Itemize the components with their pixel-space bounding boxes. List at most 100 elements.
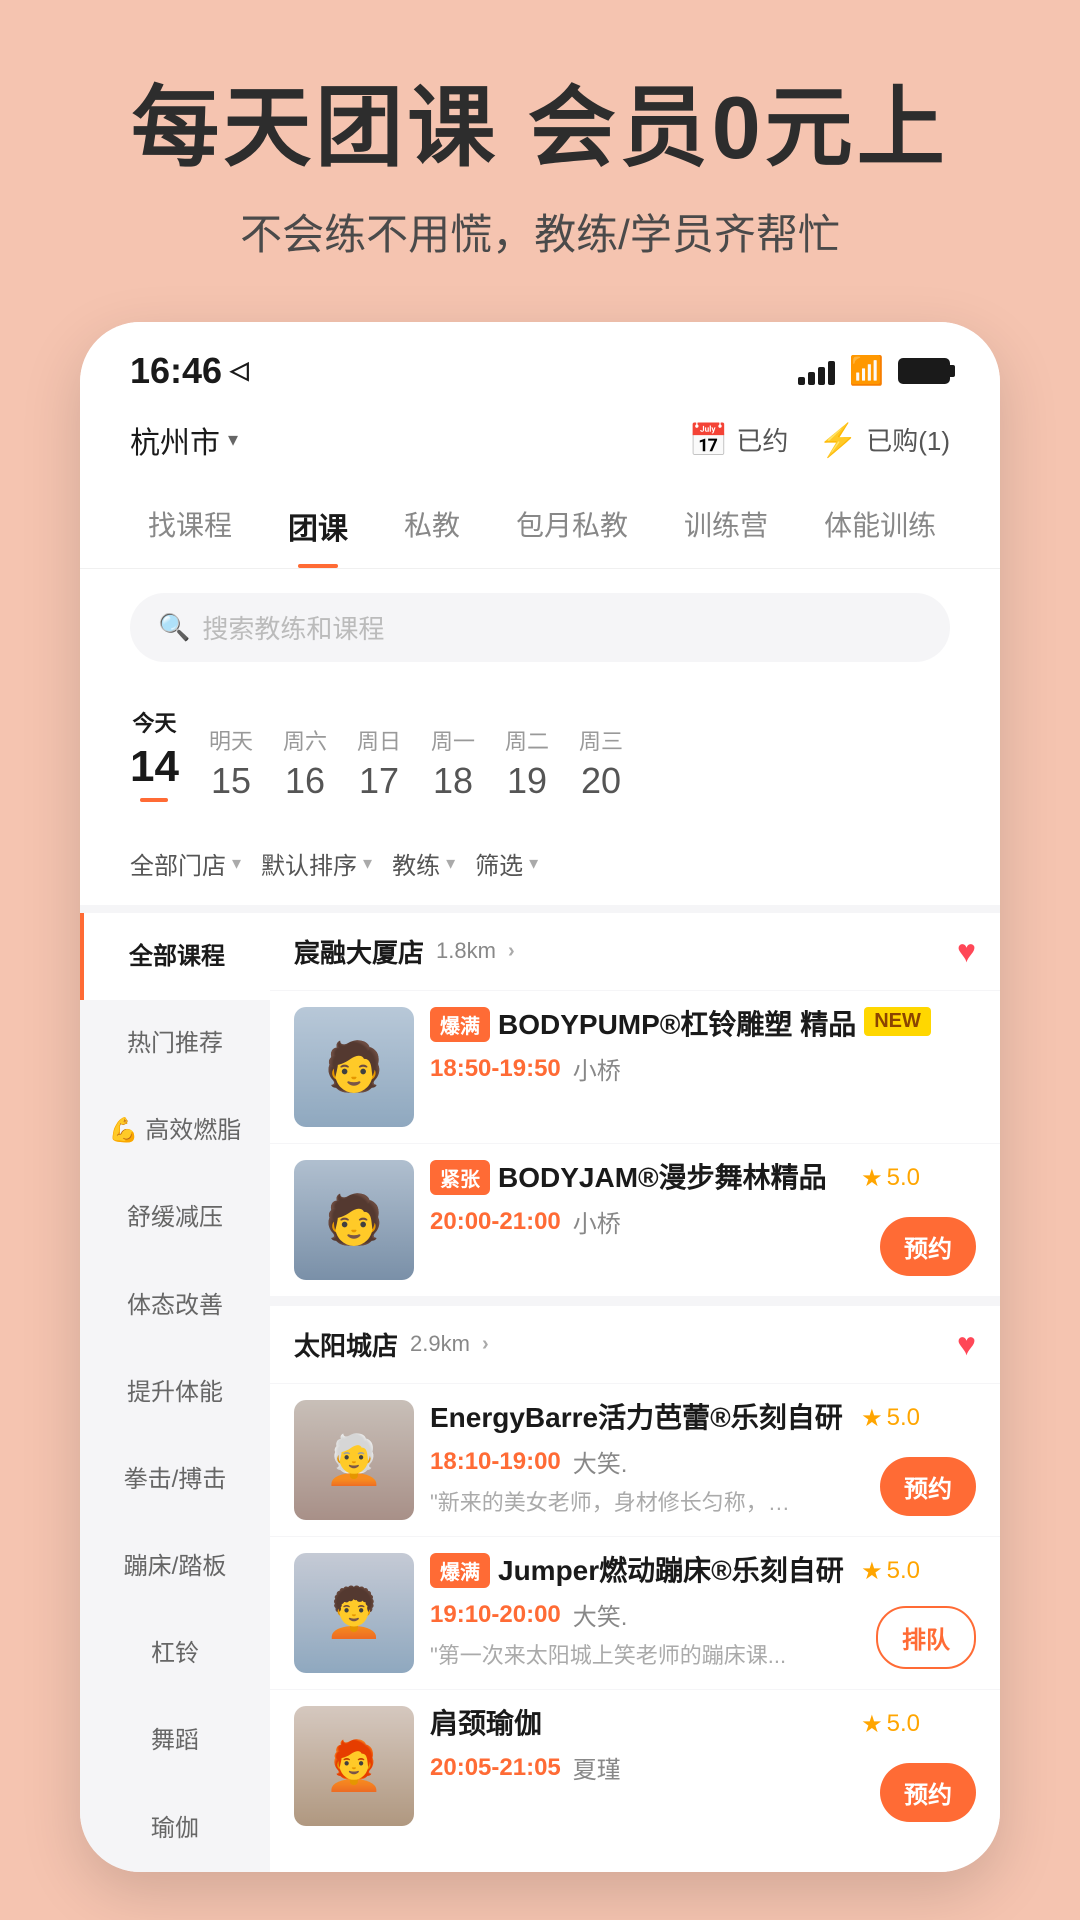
date-sun[interactable]: 周日 17 xyxy=(357,724,401,802)
course-name-2: BODYJAM®漫步舞林精品 xyxy=(498,1160,827,1196)
filter-trainer[interactable]: 教练 ▾ xyxy=(392,838,455,889)
sidebar-item-relax[interactable]: 舒缓减压 xyxy=(80,1174,270,1261)
chevron-down-icon: ▾ xyxy=(446,853,455,874)
tab-group-class[interactable]: 团课 xyxy=(260,488,376,568)
course-trainer-1: 小桥 xyxy=(573,1051,621,1086)
reserve-button-2[interactable]: 预约 xyxy=(880,1217,976,1276)
course-thumbnail-5: 🧑‍🦰 xyxy=(294,1706,414,1826)
date-mon[interactable]: 周一 18 xyxy=(431,724,475,802)
sidebar-item-fat-burn[interactable]: 💪 高效燃脂 xyxy=(80,1087,270,1174)
chevron-down-icon: ▾ xyxy=(363,853,372,874)
tab-navigation: 找课程 团课 私教 包月私教 训练营 体能训练 xyxy=(80,478,1000,569)
course-trainer-3: 大笑. xyxy=(573,1444,628,1479)
queue-button-4[interactable]: 排队 xyxy=(876,1606,976,1669)
course-name-4: Jumper燃动蹦床®乐刻自研 xyxy=(498,1553,844,1589)
course-desc-4: "第一次来太阳城上笑老师的蹦床课... xyxy=(430,1638,790,1670)
course-trainer-4: 大笑. xyxy=(573,1597,628,1632)
tab-personal-training[interactable]: 私教 xyxy=(376,488,488,568)
booked-button[interactable]: 📅 已约 xyxy=(689,421,789,459)
store-info-1[interactable]: 宸融大厦店 1.8km › xyxy=(294,933,515,970)
course-card-2: 🧑 紧张 BODYJAM®漫步舞林精品 20:00-21:00 小桥 ★ 5.0 xyxy=(270,1143,1000,1296)
course-thumbnail-1: 🧑 xyxy=(294,1007,414,1127)
course-card-3: 🧑‍🦳 EnergyBarre活力芭蕾®乐刻自研 18:10-19:00 大笑.… xyxy=(270,1383,1000,1536)
hero-subtitle: 不会练不用慌，教练/学员齐帮忙 xyxy=(60,201,1020,262)
sidebar-item-fitness[interactable]: 提升体能 xyxy=(80,1349,270,1436)
store-header-2: 太阳城店 2.9km › ♥ xyxy=(270,1306,1000,1383)
star-icon-5: ★ xyxy=(861,1710,883,1739)
reserve-button-5[interactable]: 预约 xyxy=(880,1763,976,1822)
battery-icon xyxy=(898,358,950,384)
sidebar-item-all-courses[interactable]: 全部课程 xyxy=(80,913,270,1000)
course-thumbnail-2: 🧑 xyxy=(294,1160,414,1280)
sidebar: 全部课程 热门推荐 💪 高效燃脂 舒缓减压 体态改善 提升体能 拳击/搏击 蹦床… xyxy=(80,913,270,1872)
tag-full-4: 爆满 xyxy=(430,1553,490,1588)
course-desc-3: "新来的美女老师，身材修长匀称，教... xyxy=(430,1485,790,1517)
tag-full-1: 爆满 xyxy=(430,1007,490,1042)
star-rating-2: ★ 5.0 xyxy=(861,1164,920,1193)
course-time-5: 20:05-21:05 xyxy=(430,1754,561,1782)
tab-monthly-pt[interactable]: 包月私教 xyxy=(488,488,656,568)
date-today[interactable]: 今天 14 xyxy=(130,706,179,802)
calendar-icon: 📅 xyxy=(689,421,729,459)
date-sat[interactable]: 周六 16 xyxy=(283,724,327,802)
filter-all-stores[interactable]: 全部门店 ▾ xyxy=(130,838,241,889)
status-time: 16:46 ◁ xyxy=(130,350,249,392)
course-name-5: 肩颈瑜伽 xyxy=(430,1706,542,1742)
date-selector: 今天 14 明天 15 周六 16 周日 17 周一 18 周二 19 周三 2… xyxy=(80,686,1000,822)
status-icons: 📶 xyxy=(798,354,950,387)
sidebar-item-dance[interactable]: 舞蹈 xyxy=(80,1697,270,1784)
search-input[interactable]: 搜索教练和课程 xyxy=(202,609,384,646)
course-list: 宸融大厦店 1.8km › ♥ 🧑 爆满 BODYPUMP®杠铃雕塑 精品 NE… xyxy=(270,913,1000,1872)
location-selector[interactable]: 杭州市 ▾ xyxy=(130,418,238,462)
store-header-1: 宸融大厦店 1.8km › ♥ xyxy=(270,913,1000,990)
course-trainer-2: 小桥 xyxy=(573,1204,621,1239)
filter-screen[interactable]: 筛选 ▾ xyxy=(475,838,538,889)
store-info-2[interactable]: 太阳城店 2.9km › xyxy=(294,1326,489,1363)
store-name-1: 宸融大厦店 xyxy=(294,933,424,970)
sidebar-item-posture[interactable]: 体态改善 xyxy=(80,1262,270,1349)
favorite-icon-1[interactable]: ♥ xyxy=(957,933,976,970)
course-time-3: 18:10-19:00 xyxy=(430,1448,561,1476)
course-card-1: 🧑 爆满 BODYPUMP®杠铃雕塑 精品 NEW 18:50-19:50 小桥 xyxy=(270,990,1000,1143)
tab-training-camp[interactable]: 训练营 xyxy=(656,488,796,568)
date-tue[interactable]: 周二 19 xyxy=(505,724,549,802)
reserve-button-3[interactable]: 预约 xyxy=(880,1457,976,1516)
wifi-icon: 📶 xyxy=(849,354,884,387)
hero-title: 每天团课 会员0元上 xyxy=(60,80,1020,177)
course-trainer-5: 夏瑾 xyxy=(573,1750,621,1785)
tab-fitness-training[interactable]: 体能训练 xyxy=(796,488,964,568)
sidebar-item-yoga[interactable]: 瑜伽 xyxy=(80,1785,270,1872)
chevron-down-icon: ▾ xyxy=(228,427,238,452)
search-icon: 🔍 xyxy=(158,612,190,643)
status-bar: 16:46 ◁ 📶 xyxy=(80,322,1000,402)
sidebar-item-trampoline[interactable]: 蹦床/踏板 xyxy=(80,1523,270,1610)
star-icon-3: ★ xyxy=(861,1404,883,1433)
sidebar-item-barbell[interactable]: 杠铃 xyxy=(80,1610,270,1697)
star-icon-4: ★ xyxy=(861,1557,883,1586)
course-thumbnail-4: 🧑‍🦱 xyxy=(294,1553,414,1673)
star-icon: ★ xyxy=(861,1164,883,1193)
signal-icon xyxy=(798,357,835,385)
search-bar[interactable]: 🔍 搜索教练和课程 xyxy=(130,593,950,662)
content-area: 全部课程 热门推荐 💪 高效燃脂 舒缓减压 体态改善 提升体能 拳击/搏击 蹦床… xyxy=(80,913,1000,1872)
store-separator xyxy=(270,1296,1000,1306)
course-name-3: EnergyBarre活力芭蕾®乐刻自研 xyxy=(430,1400,843,1436)
course-card-4: 🧑‍🦱 爆满 Jumper燃动蹦床®乐刻自研 19:10-20:00 大笑. "… xyxy=(270,1536,1000,1689)
date-tomorrow[interactable]: 明天 15 xyxy=(209,724,253,802)
chevron-down-icon: ▾ xyxy=(232,853,241,874)
tab-find-course[interactable]: 找课程 xyxy=(120,488,260,568)
star-rating-4: ★ 5.0 xyxy=(861,1557,920,1586)
favorite-icon-2[interactable]: ♥ xyxy=(957,1326,976,1363)
star-rating-5: ★ 5.0 xyxy=(861,1710,920,1739)
phone-mockup: 16:46 ◁ 📶 杭州市 ▾ 📅 已约 ⚡ 已 xyxy=(80,322,1000,1872)
chevron-right-icon: › xyxy=(508,940,515,963)
course-time-1: 18:50-19:50 xyxy=(430,1055,561,1083)
purchased-button[interactable]: ⚡ 已购(1) xyxy=(818,421,950,459)
sidebar-item-popular[interactable]: 热门推荐 xyxy=(80,1000,270,1087)
date-wed[interactable]: 周三 20 xyxy=(579,724,623,802)
filter-sort[interactable]: 默认排序 ▾ xyxy=(261,838,372,889)
sidebar-item-boxing[interactable]: 拳击/搏击 xyxy=(80,1436,270,1523)
hero-section: 每天团课 会员0元上 不会练不用慌，教练/学员齐帮忙 xyxy=(0,0,1080,322)
lightning-icon: ⚡ xyxy=(818,421,858,459)
store-distance-2: 2.9km xyxy=(410,1331,470,1357)
